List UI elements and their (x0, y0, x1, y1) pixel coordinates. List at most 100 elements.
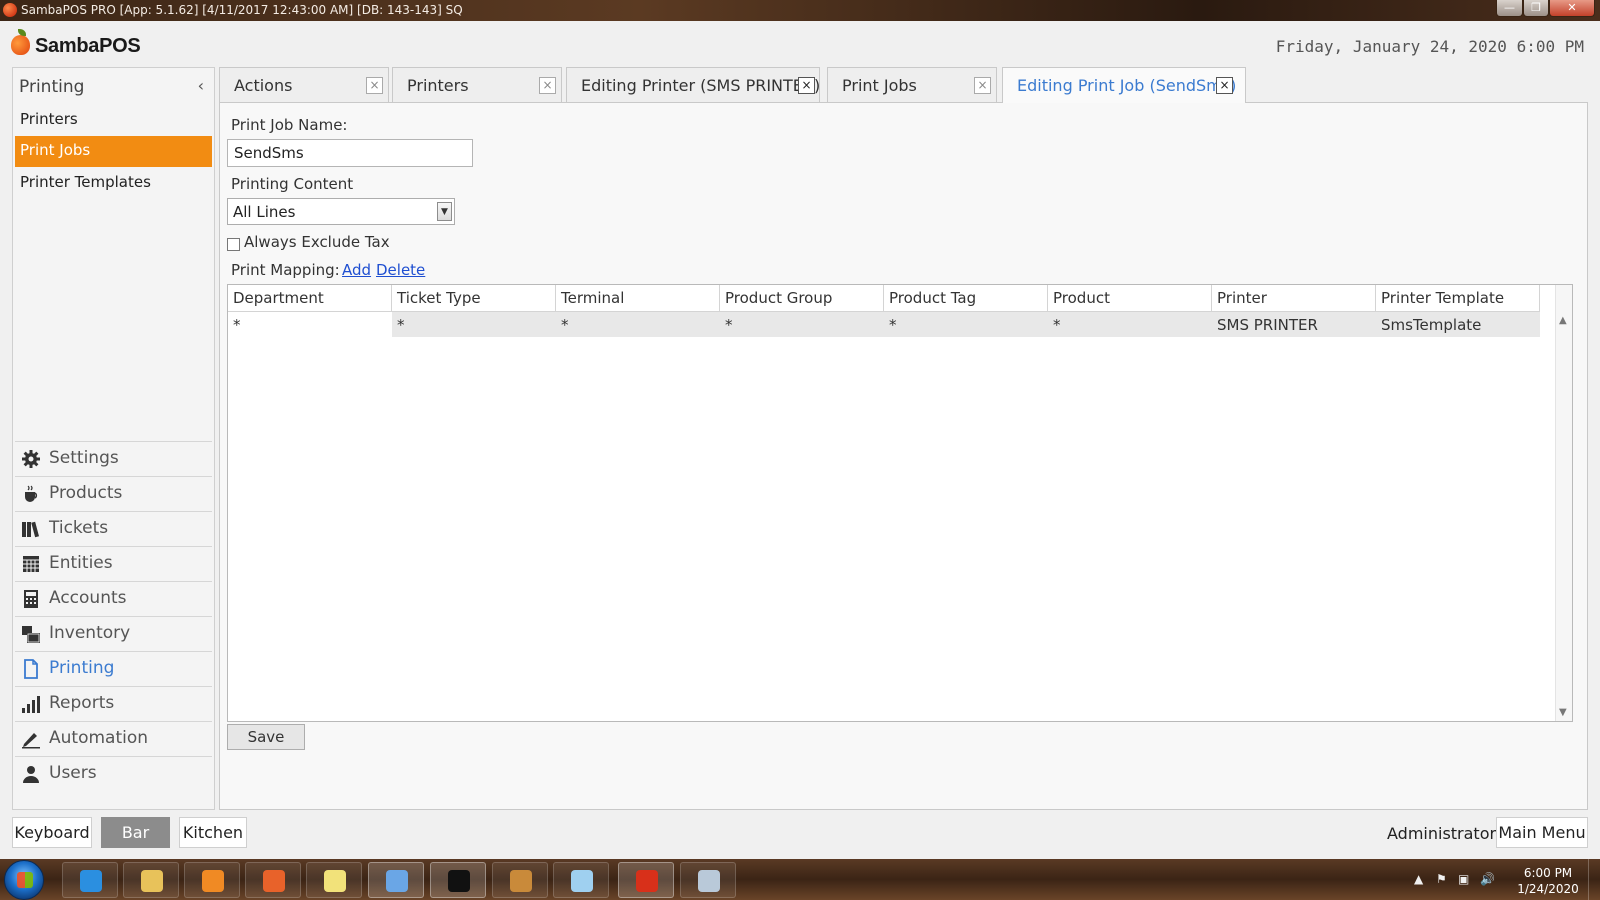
cell-product[interactable]: * (1048, 312, 1212, 337)
minimize-button[interactable]: — (1496, 0, 1523, 17)
sidebar-item-printers[interactable]: Printers (15, 105, 212, 136)
tab-editing-printer[interactable]: Editing Printer (SMS PRINTER) × (566, 67, 820, 102)
taskbar-clock[interactable]: 6:00 PM 1/24/2020 (1508, 865, 1588, 897)
nav-automation[interactable]: Automation (15, 721, 212, 756)
scroll-up-icon[interactable]: ▲ (1559, 315, 1567, 326)
column-header-ticket-type[interactable]: Ticket Type (392, 285, 556, 312)
grid-header: Department Ticket Type Terminal Product … (228, 285, 1540, 312)
printing-content-select[interactable]: All Lines ▼ (227, 198, 455, 225)
sambapos-logo-icon (11, 35, 30, 55)
cell-product-tag[interactable]: * (884, 312, 1048, 337)
column-header-terminal[interactable]: Terminal (556, 285, 720, 312)
maximize-button[interactable]: ❐ (1523, 0, 1549, 17)
remote-desktop-icon (386, 870, 408, 892)
select-value: All Lines (233, 203, 296, 221)
cell-printer-template[interactable]: SmsTemplate (1376, 312, 1540, 337)
keyboard-button[interactable]: Keyboard (12, 817, 92, 848)
taskbar-media-player[interactable] (184, 862, 240, 898)
job-name-label: Print Job Name: (231, 116, 348, 134)
cell-department[interactable]: * (228, 312, 392, 337)
sidebar-title: Printing (19, 77, 85, 97)
close-tab-icon[interactable]: × (1216, 77, 1233, 94)
nav-accounts[interactable]: Accounts (15, 581, 212, 616)
nav-label: Accounts (49, 588, 127, 608)
nav-tickets[interactable]: Tickets (15, 511, 212, 546)
nav-entities[interactable]: Entities (15, 546, 212, 581)
nav-reports[interactable]: Reports (15, 686, 212, 721)
tab-print-jobs[interactable]: Print Jobs × (827, 67, 997, 102)
nav-users[interactable]: Users (15, 756, 212, 791)
sticky-notes-icon (324, 870, 346, 892)
close-tab-icon[interactable]: × (798, 77, 815, 94)
tab-editing-print-job[interactable]: Editing Print Job (SendSms) × (1002, 67, 1246, 103)
nav-label: Reports (49, 693, 115, 713)
paint-palette-icon (698, 870, 720, 892)
coffee-cup-icon (25, 485, 38, 502)
cell-terminal[interactable]: * (556, 312, 720, 337)
cell-printer[interactable]: SMS PRINTER (1212, 312, 1376, 337)
show-desktop-button[interactable] (1588, 859, 1600, 900)
exclude-tax-checkbox[interactable] (227, 238, 240, 251)
table-row[interactable]: * * * * * * SMS PRINTER SmsTemplate (228, 312, 1540, 337)
main-menu-button[interactable]: Main Menu (1496, 817, 1588, 848)
taskbar-paint[interactable] (680, 862, 736, 898)
network-icon[interactable]: ▣ (1458, 872, 1469, 886)
delete-mapping-link[interactable]: Delete (376, 261, 425, 279)
kitchen-button[interactable]: Kitchen (179, 817, 247, 848)
taskbar-sambapos[interactable] (618, 862, 674, 898)
nav-settings[interactable]: Settings (15, 441, 212, 476)
nav-label: Entities (49, 553, 113, 573)
tab-actions[interactable]: Actions × (219, 67, 389, 102)
close-tab-icon[interactable]: × (539, 77, 556, 94)
folder-icon (141, 870, 163, 892)
taskbar-file-explorer[interactable] (123, 862, 179, 898)
books-icon (22, 521, 40, 538)
taskbar-firefox[interactable] (245, 862, 301, 898)
taskbar-remote-desktop[interactable] (368, 862, 424, 898)
close-tab-icon[interactable]: × (366, 77, 383, 94)
close-window-button[interactable]: ✕ (1549, 0, 1595, 17)
nav-products[interactable]: Products (15, 476, 212, 511)
collapse-sidebar-icon[interactable]: ‹ (198, 76, 204, 95)
taskbar-notepad-app[interactable] (553, 862, 609, 898)
close-tab-icon[interactable]: × (974, 77, 991, 94)
sidebar: Printing ‹ Printers Print Jobs Printer T… (12, 67, 215, 810)
column-header-product-group[interactable]: Product Group (720, 285, 884, 312)
cell-product-group[interactable]: * (720, 312, 884, 337)
column-header-printer-template[interactable]: Printer Template (1376, 285, 1540, 312)
logged-in-user: Administrator (1387, 824, 1497, 843)
action-center-flag-icon[interactable]: ⚑ (1436, 872, 1447, 886)
nav-inventory[interactable]: Inventory (15, 616, 212, 651)
start-button[interactable] (4, 860, 44, 900)
column-header-department[interactable]: Department (228, 285, 392, 312)
taskbar-command-prompt[interactable] (430, 862, 486, 898)
cell-ticket-type[interactable]: * (392, 312, 556, 337)
print-job-name-input[interactable] (227, 139, 473, 167)
command-prompt-icon (448, 870, 470, 892)
table-grid-icon (23, 556, 39, 572)
sidebar-item-printer-templates[interactable]: Printer Templates (15, 168, 212, 199)
tab-printers[interactable]: Printers × (392, 67, 562, 102)
scroll-down-icon[interactable]: ▼ (1559, 707, 1567, 718)
chevron-down-icon[interactable]: ▼ (437, 202, 452, 221)
bar-button[interactable]: Bar (101, 817, 170, 848)
nav-printing[interactable]: Printing (15, 651, 212, 686)
app-header: SambaPOS Friday, January 24, 2020 6:00 P… (0, 21, 1600, 67)
taskbar-internet-explorer[interactable] (62, 862, 118, 898)
boxes-icon (22, 626, 40, 643)
tab-label: Print Jobs (842, 76, 917, 95)
logo-text: SambaPOS (35, 35, 141, 57)
show-hidden-icons-icon[interactable]: ▲ (1414, 872, 1423, 886)
column-header-printer[interactable]: Printer (1212, 285, 1376, 312)
sidebar-item-print-jobs[interactable]: Print Jobs (15, 136, 212, 167)
volume-icon[interactable]: 🔊 (1480, 872, 1495, 886)
add-mapping-link[interactable]: Add (342, 261, 371, 279)
save-button[interactable]: Save (227, 724, 305, 750)
tab-label: Printers (407, 76, 469, 95)
column-header-product[interactable]: Product (1048, 285, 1212, 312)
grid-scrollbar[interactable]: ▲ ▼ (1555, 285, 1572, 721)
window-title-bar[interactable]: SambaPOS PRO [App: 5.1.62] [4/11/2017 12… (0, 0, 1600, 21)
taskbar-tablet-app[interactable] (492, 862, 548, 898)
taskbar-sticky-notes[interactable] (306, 862, 362, 898)
column-header-product-tag[interactable]: Product Tag (884, 285, 1048, 312)
